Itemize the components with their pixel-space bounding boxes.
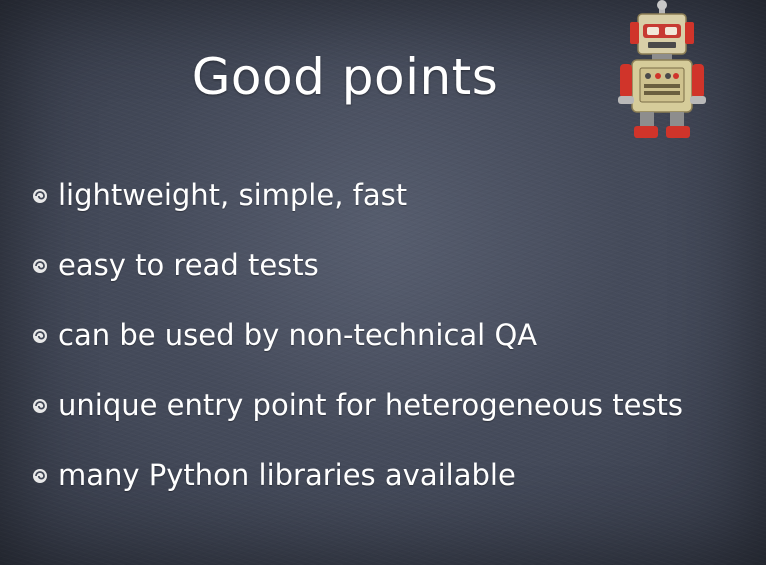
swirl-bullet-icon bbox=[33, 399, 47, 413]
bullet-item: can be used by non-technical QA bbox=[30, 300, 683, 370]
slide: Good points lightweight, simple, fast ea… bbox=[0, 0, 766, 565]
swirl-bullet-icon bbox=[33, 329, 47, 343]
swirl-bullet-icon bbox=[33, 469, 47, 483]
bullet-item: unique entry point for heterogeneous tes… bbox=[30, 370, 683, 440]
bullet-list: lightweight, simple, fast easy to read t… bbox=[30, 160, 683, 510]
bullet-text: easy to read tests bbox=[58, 248, 319, 282]
bullet-item: lightweight, simple, fast bbox=[30, 160, 683, 230]
bullet-text: can be used by non-technical QA bbox=[58, 318, 538, 352]
bullet-text: unique entry point for heterogeneous tes… bbox=[58, 388, 684, 422]
bullet-text: many Python libraries available bbox=[58, 458, 516, 492]
robot-icon bbox=[618, 0, 706, 138]
bullet-item: many Python libraries available bbox=[30, 440, 683, 510]
slide-title: Good points bbox=[191, 48, 499, 106]
swirl-bullet-icon bbox=[33, 189, 47, 203]
swirl-bullet-icon bbox=[33, 259, 47, 273]
bullet-text: lightweight, simple, fast bbox=[58, 178, 408, 212]
bullet-item: easy to read tests bbox=[30, 230, 683, 300]
